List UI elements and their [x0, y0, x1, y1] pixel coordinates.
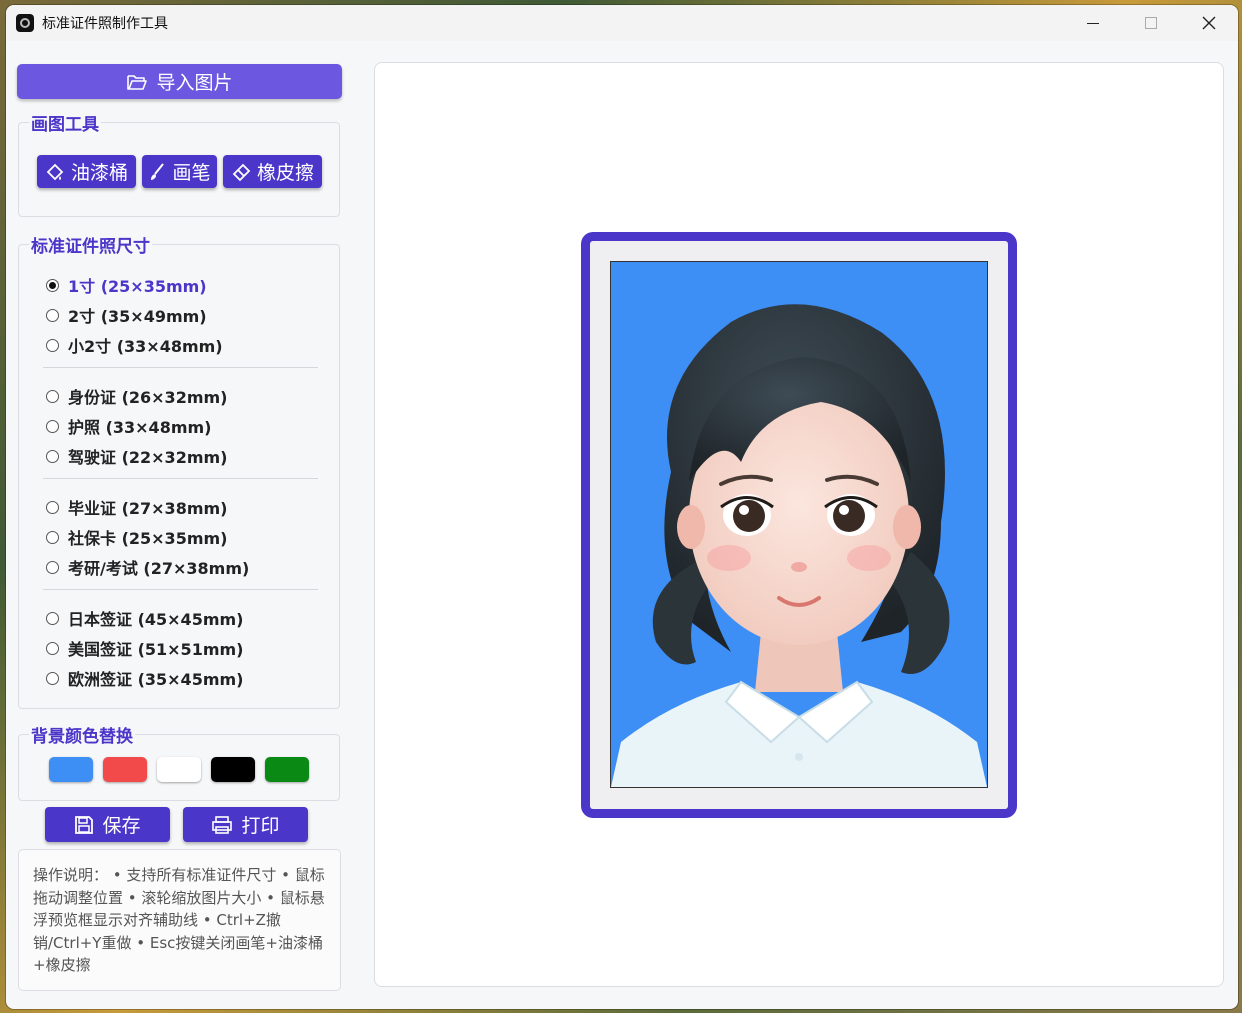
radio-button[interactable]	[46, 671, 59, 685]
size-option-label: 护照 (33×48mm)	[68, 418, 212, 437]
color-swatch-red[interactable]	[103, 757, 147, 782]
paint-bucket-icon	[46, 163, 64, 180]
brush-label: 画笔	[172, 162, 211, 184]
folder-open-icon	[127, 74, 148, 90]
radio-button[interactable]	[46, 500, 59, 514]
size-option-label: 身份证 (26×32mm)	[68, 388, 228, 407]
size-option-label: 考研/考试 (27×38mm)	[68, 559, 250, 578]
photo-size-group: 标准证件照尺寸 1寸 (25×35mm) 2寸 (35×49mm) 小2寸 (3…	[18, 232, 340, 709]
size-option-label: 美国签证 (51×51mm)	[68, 640, 244, 659]
divider	[43, 589, 318, 590]
size-option-label: 毕业证 (27×38mm)	[68, 499, 228, 518]
size-option[interactable]: 护照 (33×48mm)	[46, 414, 211, 438]
paint-bucket-button[interactable]: 油漆桶	[37, 155, 136, 188]
radio-button[interactable]	[46, 641, 59, 655]
size-option-label: 社保卡 (25×35mm)	[68, 529, 228, 548]
close-icon	[1202, 16, 1216, 30]
size-option-label: 欧洲签证 (35×45mm)	[68, 670, 244, 689]
save-button[interactable]: 保存	[45, 807, 170, 842]
help-box: 操作说明： • 支持所有标准证件尺寸 • 鼠标拖动调整位置 • 滚轮缩放图片大小…	[18, 849, 341, 991]
size-option[interactable]: 身份证 (26×32mm)	[46, 384, 227, 408]
divider	[43, 367, 318, 368]
help-text: 操作说明： • 支持所有标准证件尺寸 • 鼠标拖动调整位置 • 滚轮缩放图片大小…	[33, 866, 325, 974]
window-title: 标准证件照制作工具	[42, 16, 168, 32]
size-option-label: 1寸 (25×35mm)	[68, 277, 207, 296]
eraser-button[interactable]: 橡皮擦	[223, 155, 322, 188]
color-swatch-black[interactable]	[211, 757, 255, 782]
minimize-icon	[1087, 22, 1099, 24]
size-option-label: 小2寸 (33×48mm)	[68, 337, 223, 356]
eraser-label: 橡皮擦	[256, 162, 314, 184]
import-button-label: 导入图片	[156, 72, 233, 94]
radio-button[interactable]	[46, 338, 59, 352]
radio-button[interactable]	[46, 560, 59, 574]
size-option[interactable]: 美国签证 (51×51mm)	[46, 636, 243, 660]
drawing-tools-group: 画图工具 油漆桶 画笔 橡皮擦	[18, 110, 340, 217]
radio-button[interactable]	[46, 278, 59, 292]
radio-button[interactable]	[46, 389, 59, 403]
radio-button[interactable]	[46, 308, 59, 322]
printer-icon	[212, 815, 233, 834]
size-option[interactable]: 小2寸 (33×48mm)	[46, 333, 223, 357]
app-window: 标准证件照制作工具 导入图片 画图工具 油漆桶 画笔 橡皮擦 标准证件照尺寸 1…	[6, 5, 1238, 1009]
color-swatch-blue[interactable]	[49, 757, 93, 782]
maximize-icon	[1145, 17, 1157, 29]
radio-button[interactable]	[46, 611, 59, 625]
size-option[interactable]: 1寸 (25×35mm)	[46, 273, 207, 297]
id-photo-preview[interactable]	[610, 261, 988, 788]
size-option[interactable]: 考研/考试 (27×38mm)	[46, 555, 249, 579]
maximize-button[interactable]	[1122, 5, 1180, 41]
size-option[interactable]: 日本签证 (45×45mm)	[46, 606, 243, 630]
size-option[interactable]: 毕业证 (27×38mm)	[46, 495, 227, 519]
background-color-group: 背景颜色替换	[18, 722, 340, 801]
camera-icon	[16, 14, 34, 32]
portrait-image	[611, 262, 987, 787]
paint-bucket-label: 油漆桶	[70, 162, 128, 184]
brush-button[interactable]: 画笔	[142, 155, 217, 188]
color-swatch-green[interactable]	[265, 757, 309, 782]
import-image-button[interactable]: 导入图片	[17, 64, 342, 99]
save-icon	[75, 815, 94, 834]
print-button[interactable]: 打印	[183, 807, 308, 842]
size-option-label: 驾驶证 (22×32mm)	[68, 448, 228, 467]
brush-icon	[151, 162, 165, 180]
radio-button[interactable]	[46, 419, 59, 433]
radio-button[interactable]	[46, 530, 59, 544]
print-label: 打印	[241, 815, 280, 837]
photo-size-title: 标准证件照尺寸	[29, 232, 152, 257]
size-option[interactable]: 社保卡 (25×35mm)	[46, 525, 227, 549]
window-controls	[1064, 5, 1238, 41]
close-button[interactable]	[1180, 5, 1238, 41]
size-option[interactable]: 2寸 (35×49mm)	[46, 303, 207, 327]
minimize-button[interactable]	[1064, 5, 1122, 41]
size-option-label: 日本签证 (45×45mm)	[68, 610, 244, 629]
save-label: 保存	[102, 815, 141, 837]
background-color-title: 背景颜色替换	[29, 722, 135, 747]
size-option[interactable]: 欧洲签证 (35×45mm)	[46, 666, 243, 690]
size-option-label: 2寸 (35×49mm)	[68, 307, 207, 326]
radio-button[interactable]	[46, 449, 59, 463]
drawing-tools-title: 画图工具	[29, 110, 101, 135]
size-option[interactable]: 驾驶证 (22×32mm)	[46, 444, 227, 468]
eraser-icon	[232, 163, 251, 181]
color-swatch-white[interactable]	[157, 757, 201, 782]
title-bar: 标准证件照制作工具	[6, 5, 1238, 41]
divider	[43, 478, 318, 479]
